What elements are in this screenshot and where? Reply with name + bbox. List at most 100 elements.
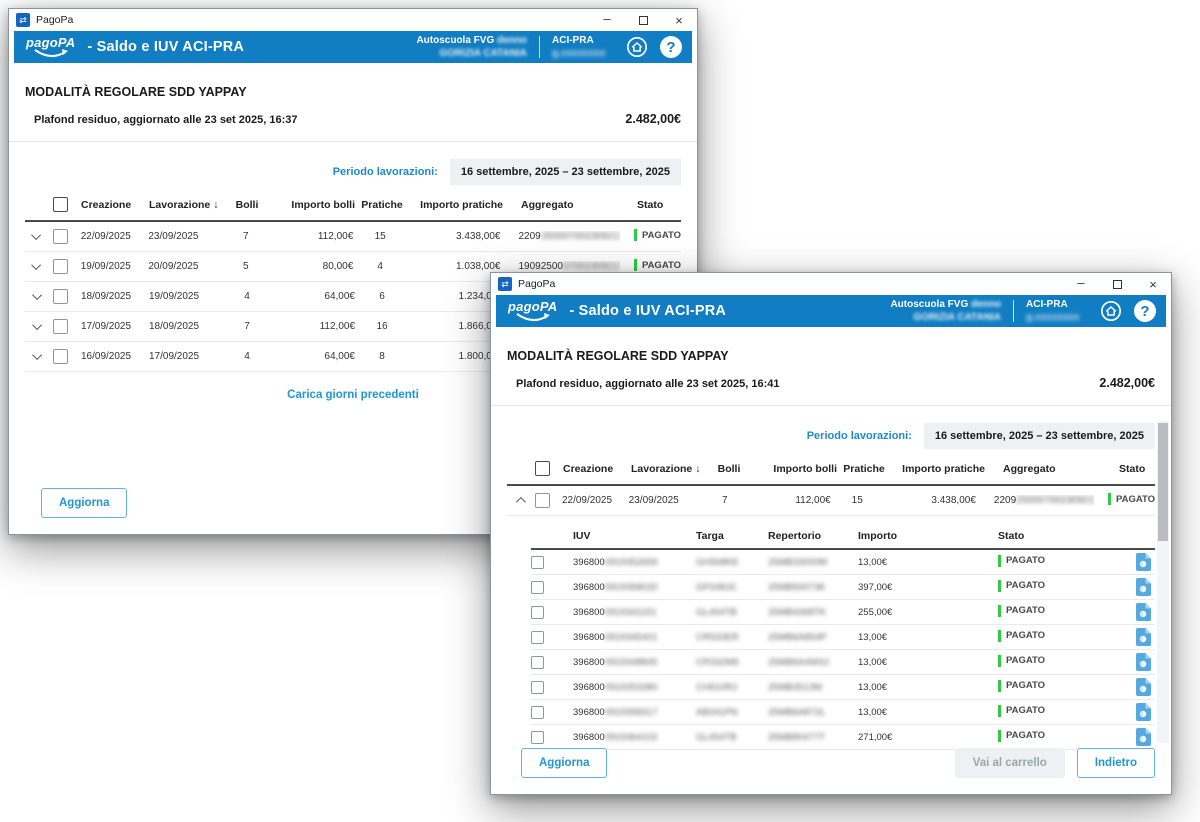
help-icon[interactable]: ? (1134, 300, 1156, 322)
column-importo-bolli[interactable]: Importo bolli (751, 463, 837, 475)
chevron-down-icon[interactable] (32, 320, 42, 330)
select-all-checkbox[interactable] (53, 197, 68, 212)
vertical-scrollbar[interactable] (1157, 421, 1169, 743)
indietro-button[interactable]: Indietro (1077, 748, 1155, 778)
period-value[interactable]: 16 settembre, 2025 – 23 settembre, 2025 (924, 423, 1155, 449)
load-previous-days-link[interactable]: Carica giorni precedenti (287, 389, 419, 401)
chevron-down-icon[interactable] (32, 230, 42, 240)
row-checkbox[interactable] (53, 229, 68, 244)
importo-bolli-cell: 112,00€ (269, 321, 355, 332)
chevron-down-icon[interactable] (32, 260, 42, 270)
plafond-amount: 2.482,00€ (625, 112, 681, 126)
chevron-down-icon[interactable] (32, 290, 42, 300)
maximize-icon (1113, 280, 1122, 289)
receipt-document-icon[interactable] (1128, 728, 1155, 746)
pratiche-cell: 4 (353, 261, 407, 272)
receipt-document-icon[interactable] (1128, 653, 1155, 671)
aggiorna-button[interactable]: Aggiorna (41, 488, 127, 518)
column-importo[interactable]: Importo (858, 530, 998, 542)
status-badge: PAGATO (998, 630, 1045, 642)
receipt-document-icon[interactable] (1128, 703, 1155, 721)
minimize-button[interactable]: – (589, 9, 625, 31)
redacted-text: 070023092173 (563, 261, 620, 272)
help-icon[interactable]: ? (660, 36, 682, 58)
row-checkbox[interactable] (53, 349, 68, 364)
logo-swoosh-icon (33, 49, 69, 58)
column-importo-bolli[interactable]: Importo bolli (269, 199, 355, 211)
lavorazione-cell: 17/09/2025 (149, 351, 225, 362)
period-label[interactable]: Periodo lavorazioni: (333, 166, 438, 178)
targa-cell redacted-text: GL454TB (696, 607, 768, 618)
chevron-down-icon[interactable] (32, 350, 42, 360)
redacted-text: g.xxxxxxxx (1026, 311, 1088, 324)
period-label[interactable]: Periodo lavorazioni: (807, 430, 912, 442)
column-bolli[interactable]: Bolli (225, 199, 269, 211)
row-checkbox[interactable] (531, 706, 544, 719)
app-icon: ⇄ (498, 277, 512, 291)
column-iuv[interactable]: IUV (561, 530, 696, 542)
column-importo-pratiche[interactable]: Importo pratiche (409, 199, 503, 211)
chevron-up-icon[interactable] (516, 497, 526, 507)
column-bolli[interactable]: Bolli (707, 463, 751, 475)
maximize-button[interactable] (625, 9, 661, 31)
select-all-checkbox[interactable] (535, 461, 550, 476)
targa-cell redacted-text: CR533ER (696, 632, 768, 643)
row-checkbox[interactable] (531, 731, 544, 744)
column-targa[interactable]: Targa (696, 530, 768, 542)
targa-cell redacted-text: CH610RJ (696, 682, 768, 693)
close-button[interactable]: × (1135, 273, 1171, 295)
column-stato[interactable]: Stato (998, 530, 1128, 542)
row-checkbox[interactable] (53, 319, 68, 334)
redacted-text: 0919364102 (605, 732, 658, 743)
receipt-document-icon[interactable] (1128, 628, 1155, 646)
receipt-document-icon[interactable] (1128, 678, 1155, 696)
column-creazione[interactable]: Creazione (563, 463, 631, 475)
row-checkbox[interactable] (53, 289, 68, 304)
column-pratiche[interactable]: Pratiche (355, 199, 409, 211)
scrollbar-thumb[interactable] (1158, 423, 1168, 541)
app-header: pagoPA - Saldo e IUV ACI-PRA Autoscuola … (496, 295, 1166, 327)
iuv-cell: 3968000919364102 (561, 732, 696, 743)
column-aggregato[interactable]: Aggregato (503, 199, 623, 211)
receipt-document-icon[interactable] (1128, 578, 1155, 596)
row-checkbox[interactable] (531, 581, 544, 594)
subtable-row: 3968000919364102 GL454TB 25MB80477T 271,… (531, 725, 1155, 750)
column-importo-pratiche[interactable]: Importo pratiche (891, 463, 985, 475)
maximize-button[interactable] (1099, 273, 1135, 295)
section-divider (9, 141, 697, 142)
column-lavorazione[interactable]: Lavorazione ↓ (149, 199, 225, 211)
receipt-document-icon[interactable] (1128, 603, 1155, 621)
pratiche-cell: 16 (355, 321, 409, 332)
importo-bolli-cell: 112,00€ (746, 495, 830, 506)
column-aggregato[interactable]: Aggregato (985, 463, 1105, 475)
header-divider (539, 36, 540, 58)
aggiorna-button[interactable]: Aggiorna (521, 748, 607, 778)
home-icon[interactable] (1100, 300, 1122, 322)
row-checkbox[interactable] (535, 493, 550, 508)
row-checkbox[interactable] (53, 259, 68, 274)
column-pratiche[interactable]: Pratiche (837, 463, 891, 475)
row-checkbox[interactable] (531, 656, 544, 669)
minimize-button[interactable]: – (1063, 273, 1099, 295)
column-stato[interactable]: Stato (623, 199, 681, 211)
column-creazione[interactable]: Creazione (81, 199, 149, 211)
close-button[interactable]: × (661, 9, 697, 31)
column-repertorio[interactable]: Repertorio (768, 530, 858, 542)
vai-al-carrello-button[interactable]: Vai al carrello (955, 748, 1065, 778)
column-lavorazione[interactable]: Lavorazione ↓ (631, 463, 707, 475)
row-checkbox[interactable] (531, 681, 544, 694)
row-checkbox[interactable] (531, 631, 544, 644)
importo-bolli-cell: 112,00€ (268, 231, 354, 242)
organization-info: Autoscuola FVG denno GORIZIA CATANIA (890, 298, 1001, 324)
row-checkbox[interactable] (531, 556, 544, 569)
row-checkbox[interactable] (531, 606, 544, 619)
column-stato[interactable]: Stato (1105, 463, 1155, 475)
home-icon[interactable] (626, 36, 648, 58)
table-header: Creazione Lavorazione ↓ Bolli Importo bo… (25, 189, 681, 222)
pratiche-cell: 6 (355, 291, 409, 302)
receipt-document-icon[interactable] (1128, 553, 1155, 571)
importo-cell: 13,00€ (858, 657, 998, 668)
period-value[interactable]: 16 settembre, 2025 – 23 settembre, 2025 (450, 159, 681, 185)
page-title: - Saldo e IUV ACI-PRA (569, 303, 726, 319)
plafond-label: Plafond residuo, aggiornato alle 23 set … (34, 114, 297, 126)
